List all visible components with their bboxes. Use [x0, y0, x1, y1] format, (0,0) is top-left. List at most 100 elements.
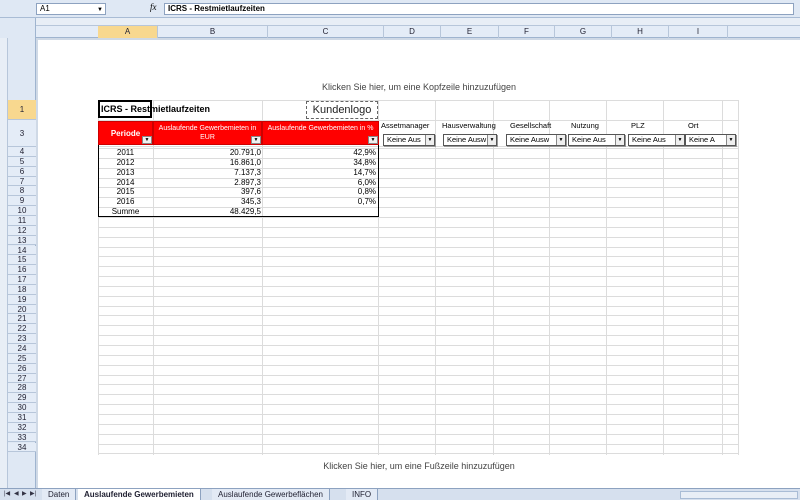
chevron-down-icon[interactable]: ▼: [615, 135, 624, 145]
tab-nav-last-icon[interactable]: ▶|: [30, 490, 36, 497]
slicer-dropdown[interactable]: Keine Ausw ▼: [506, 134, 566, 146]
filter-dropdown-icon[interactable]: ▼: [251, 136, 261, 144]
tab-nav-next-icon[interactable]: ▶: [22, 490, 27, 497]
filter-dropdown-icon[interactable]: ▼: [368, 136, 378, 144]
row-header-4[interactable]: 4: [8, 147, 36, 157]
sheet-tab[interactable]: Auslaufende Gewerbeflächen: [212, 489, 330, 500]
slicer-dropdown[interactable]: Keine Aus ▼: [628, 134, 685, 146]
row-header-28[interactable]: 28: [8, 383, 36, 394]
cell-year[interactable]: 2012: [98, 158, 153, 167]
formula-bar-resize-handle[interactable]: [109, 3, 149, 15]
row-header-34[interactable]: 34: [8, 442, 36, 453]
function-icon[interactable]: fx: [150, 2, 157, 12]
page-layout-sheet[interactable]: Klicken Sie hier, um eine Kopfzeile hinz…: [38, 40, 800, 488]
row-header-16[interactable]: 16: [8, 265, 36, 276]
gridline: [98, 433, 738, 435]
cell-pct[interactable]: 14,7%: [262, 168, 376, 177]
cell-year[interactable]: 2016: [98, 197, 153, 206]
gridline: [663, 100, 664, 455]
customer-logo-placeholder[interactable]: Kundenlogo: [306, 101, 378, 119]
cell-eur[interactable]: 345,3: [153, 197, 261, 206]
chevron-down-icon[interactable]: ▼: [556, 135, 565, 145]
row-header-21[interactable]: 21: [8, 314, 36, 325]
cell-eur[interactable]: 20.791,0: [153, 148, 261, 157]
row-header-1[interactable]: 1: [8, 100, 36, 120]
slicer-dropdown[interactable]: Keine Ausw ▼: [443, 134, 497, 146]
sheet-tab[interactable]: INFO: [346, 489, 379, 500]
header-periode[interactable]: Periode ▼: [98, 121, 153, 145]
formula-input[interactable]: ICRS - Restmietlaufzeiten: [164, 3, 794, 15]
sheet-tab[interactable]: Auslaufende Gewerbemieten: [78, 489, 201, 500]
row-header-17[interactable]: 17: [8, 275, 36, 285]
slicer-dropdown[interactable]: Keine A ▼: [685, 134, 736, 146]
row-header-29[interactable]: 29: [8, 393, 36, 404]
horizontal-scrollbar[interactable]: [680, 491, 798, 499]
cell-pct[interactable]: 34,8%: [262, 158, 376, 167]
column-header-g[interactable]: G: [555, 26, 612, 38]
row-header-5[interactable]: 5: [8, 156, 36, 167]
row-header-12[interactable]: 12: [8, 225, 36, 236]
row-header-23[interactable]: 23: [8, 334, 36, 344]
column-header-f[interactable]: F: [499, 26, 555, 38]
row-header-24[interactable]: 24: [8, 344, 36, 354]
cell-eur[interactable]: 16.861,0: [153, 158, 261, 167]
column-header-i[interactable]: I: [669, 26, 728, 38]
cell-eur[interactable]: 397,6: [153, 187, 261, 196]
row-header-10[interactable]: 10: [8, 206, 36, 216]
cell-year[interactable]: 2011: [98, 148, 153, 157]
header-eur[interactable]: Auslaufende Gewerbemieten in EUR ▼: [153, 121, 262, 145]
header-hint[interactable]: Klicken Sie hier, um eine Kopfzeile hinz…: [38, 82, 800, 92]
chevron-down-icon[interactable]: ▼: [97, 5, 103, 15]
chevron-down-icon[interactable]: ▼: [726, 135, 735, 145]
chevron-down-icon[interactable]: ▼: [487, 135, 496, 145]
row-header-15[interactable]: 15: [8, 255, 36, 266]
chevron-down-icon[interactable]: ▼: [425, 135, 434, 145]
row-header-6[interactable]: 6: [8, 166, 36, 177]
column-header-c[interactable]: C: [268, 26, 384, 38]
row-header-19[interactable]: 19: [8, 294, 36, 305]
cell-eur[interactable]: 2.897,3: [153, 178, 261, 187]
slicer-dropdown[interactable]: Keine Aus ▼: [568, 134, 625, 146]
cell-eur[interactable]: 7.137,3: [153, 168, 261, 177]
row-header-32[interactable]: 32: [8, 422, 36, 433]
cell-pct[interactable]: 6,0%: [262, 178, 376, 187]
column-header-e[interactable]: E: [441, 26, 499, 38]
row-header-30[interactable]: 30: [8, 403, 36, 413]
header-pct[interactable]: Auslaufende Gewerbemieten in % ▼: [262, 121, 379, 145]
row-header-20[interactable]: 20: [8, 304, 36, 315]
filter-dropdown-icon[interactable]: ▼: [142, 136, 152, 144]
row-header-33[interactable]: 33: [8, 432, 36, 443]
name-box[interactable]: A1 ▼: [36, 3, 106, 15]
column-header-h[interactable]: H: [612, 26, 669, 38]
chevron-down-icon[interactable]: ▼: [675, 135, 684, 145]
row-header-7[interactable]: 7: [8, 176, 36, 187]
cell-year[interactable]: 2013: [98, 168, 153, 177]
row-header-31[interactable]: 31: [8, 412, 36, 423]
row-header-18[interactable]: 18: [8, 284, 36, 295]
footer-hint[interactable]: Klicken Sie hier, um eine Fußzeile hinzu…: [38, 461, 800, 471]
row-header-9[interactable]: 9: [8, 196, 36, 207]
cell-pct[interactable]: 42,9%: [262, 148, 376, 157]
cell-year[interactable]: 2015: [98, 187, 153, 196]
row-header-3[interactable]: 3: [8, 120, 36, 147]
slicer-dropdown[interactable]: Keine Aus ▼: [383, 134, 435, 146]
cell-pct[interactable]: 0,8%: [262, 187, 376, 196]
row-header-11[interactable]: 11: [8, 215, 36, 226]
sheet-tab[interactable]: Daten: [42, 489, 77, 500]
column-header-b[interactable]: B: [158, 26, 268, 38]
cell-pct[interactable]: 0,7%: [262, 197, 376, 206]
row-header-13[interactable]: 13: [8, 235, 36, 246]
row-header-14[interactable]: 14: [8, 245, 36, 256]
row-header-22[interactable]: 22: [8, 324, 36, 335]
row-header-25[interactable]: 25: [8, 353, 36, 364]
cell-year[interactable]: 2014: [98, 178, 153, 187]
column-header-d[interactable]: D: [384, 26, 441, 38]
row-header-8[interactable]: 8: [8, 186, 36, 197]
slicer-value: Keine Ausw: [510, 135, 550, 144]
row-header-27[interactable]: 27: [8, 373, 36, 384]
row-header-26[interactable]: 26: [8, 363, 36, 374]
tab-nav-first-icon[interactable]: |◀: [4, 490, 10, 497]
report-title[interactable]: ICRS - Restmietlaufzeiten: [98, 100, 210, 118]
tab-nav-prev-icon[interactable]: ◀: [14, 490, 19, 497]
column-header-a[interactable]: A: [98, 26, 158, 38]
